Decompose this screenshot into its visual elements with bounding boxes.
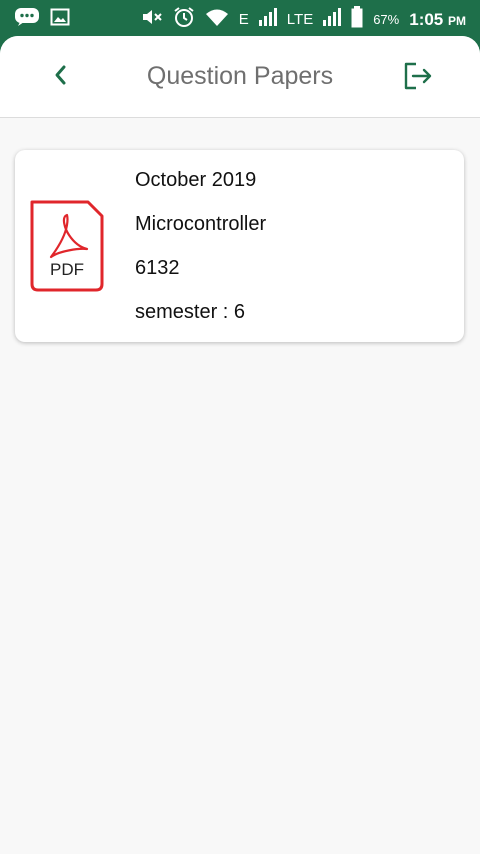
logout-icon [402,60,434,97]
paper-subject: Microcontroller [135,213,267,235]
signal-icon [258,7,277,32]
wifi-icon [205,7,229,32]
pdf-icon: PDF [29,199,105,293]
paper-code: 6132 [135,257,180,279]
status-bar: E LTE 67% 1:05 PM [0,0,480,36]
alarm-icon [173,6,195,33]
mute-icon [141,7,163,32]
app-screen: Question Papers PDF October 2019 Microco… [0,36,480,854]
app-bar: Question Papers [0,36,480,118]
clock: 1:05 PM [409,9,466,29]
network-type-1: E [238,11,249,28]
battery-icon [351,6,363,33]
message-icon [14,7,40,32]
status-right: E LTE 67% 1:05 PM [141,6,466,33]
paper-details: October 2019 Microcontroller 6132 semest… [135,168,266,344]
signal-icon [323,7,342,32]
pdf-icon-label: PDF [50,260,84,279]
paper-date: October 2019 [135,169,257,191]
logout-button[interactable] [400,60,436,96]
question-paper-card[interactable]: PDF October 2019 Microcontroller 6132 se… [15,150,464,342]
battery-level: 67% [373,12,400,27]
paper-semester: semester : 6 [135,301,246,323]
status-left [14,7,70,32]
image-icon [50,7,70,32]
network-type-2: LTE [286,11,314,28]
